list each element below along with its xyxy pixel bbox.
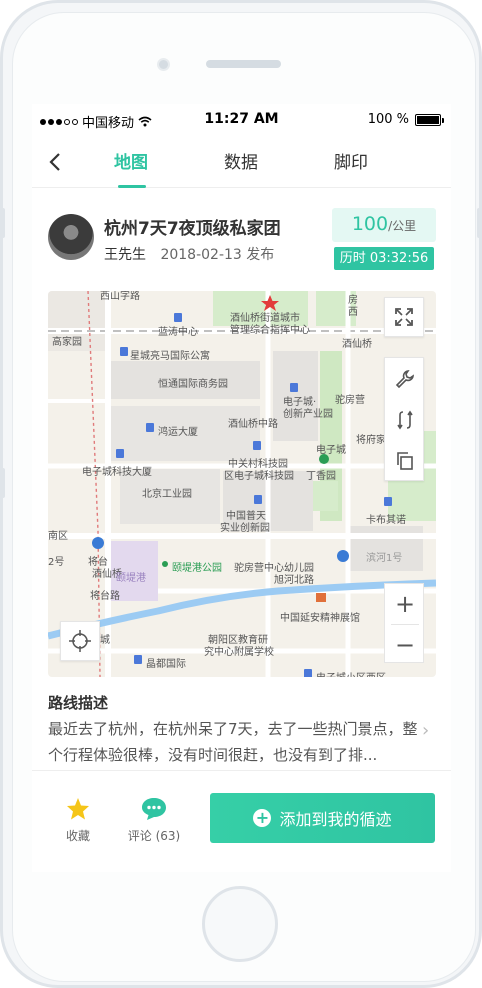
map-poi	[304, 669, 312, 677]
route-swap-icon	[397, 410, 413, 429]
battery-info: 100 %	[367, 112, 444, 127]
app-screen: 中国移动 11:27 AM 100 % 地图 数据 脚印 杭州7天7夜顶级私家团…	[32, 104, 451, 872]
map-poi	[116, 449, 124, 458]
description-title: 路线描述	[48, 694, 109, 712]
route-swap-button[interactable]	[385, 399, 425, 440]
fullscreen-button[interactable]	[384, 297, 424, 337]
map-label: 区电子城科技园	[224, 471, 294, 482]
battery-icon	[415, 113, 444, 126]
earpiece-speaker	[206, 60, 281, 68]
map-label: 城	[100, 635, 110, 646]
tab-footprint[interactable]: 脚印	[334, 148, 368, 173]
map-label: 颐堤港公园	[172, 563, 222, 574]
favorite-button[interactable]: 收藏	[48, 797, 108, 844]
map-label: 酒仙桥	[342, 339, 372, 350]
map-background	[48, 291, 436, 677]
copy-button[interactable]	[385, 440, 425, 481]
route-header: 杭州7天7夜顶级私家团 王先生 2018-02-13 发布 100/公里 历时 …	[32, 188, 451, 288]
description-text[interactable]: 最近去了杭州，在杭州呆了7天，去了一些热门景点，整个行程体验很棒，没有时间很赶，…	[48, 716, 420, 768]
star-icon	[67, 798, 89, 820]
plus-icon: +	[253, 809, 272, 827]
bottom-action-bar: 收藏 评论 (63) + 添加到我的循迹	[32, 770, 451, 850]
map-label: 究中心附属学校	[204, 647, 274, 658]
map-poi	[146, 423, 154, 432]
copy-icon	[397, 451, 413, 470]
map-label: 南区	[48, 531, 68, 542]
map-poi	[134, 655, 142, 664]
map-label: 将台路	[90, 591, 120, 602]
map-label: 西	[348, 307, 358, 318]
route-map[interactable]: 西山字路 蓝涛中心 酒仙桥街道城市 管理综合指挥中心 房 西 高家园 酒仙桥 星…	[48, 291, 436, 677]
map-label: 颐堤港	[116, 573, 146, 584]
side-button	[477, 208, 482, 238]
map-label: 中国延安精神展馆	[280, 613, 360, 624]
favorite-label: 收藏	[65, 829, 90, 843]
tab-map[interactable]: 地图	[114, 148, 148, 173]
back-arrow-icon[interactable]	[42, 148, 70, 176]
map-label: 实业创新园	[220, 523, 270, 534]
distance-unit: /公里	[388, 219, 417, 233]
route-title: 杭州7天7夜顶级私家团	[104, 219, 281, 239]
chevron-right-icon[interactable]: ›	[422, 720, 429, 741]
map-poi	[174, 313, 182, 322]
map-poi	[120, 347, 128, 356]
map-label: 恒通国际商务园	[158, 379, 228, 390]
side-button	[0, 208, 5, 238]
route-published-date: 2018-02-13 发布	[160, 247, 275, 263]
zoom-controls: + −	[384, 583, 424, 663]
home-button[interactable]	[202, 886, 278, 962]
side-button	[0, 468, 5, 498]
map-label: 北京工业园	[142, 489, 192, 500]
map-poi	[254, 495, 262, 504]
locate-button[interactable]	[60, 621, 100, 661]
distance-value: 100	[351, 213, 389, 235]
map-label: 鸿运大厦	[158, 427, 198, 438]
battery-percent: 100 %	[367, 112, 409, 127]
status-bar: 中国移动 11:27 AM 100 %	[32, 104, 451, 138]
fullscreen-icon	[395, 308, 413, 326]
add-button-label: 添加到我的循迹	[279, 810, 392, 829]
map-label: 蓝涛中心	[158, 327, 198, 338]
avatar[interactable]	[48, 214, 94, 260]
map-label: 旭河北路	[274, 575, 314, 586]
map-label: 滨河1号	[366, 553, 403, 564]
map-label: 电子城小区西区	[316, 669, 386, 677]
map-poi	[384, 497, 392, 506]
settings-tool-button[interactable]	[385, 358, 425, 399]
map-label: 高家园	[52, 337, 82, 348]
map-label: 星城亮马国际公寓	[130, 351, 210, 362]
comment-button[interactable]: 评论 (63)	[124, 797, 184, 844]
front-camera	[157, 58, 170, 71]
map-tool-group	[384, 357, 424, 481]
map-label: 西山字路	[100, 291, 140, 302]
distance-badge: 100/公里	[332, 208, 436, 242]
nav-bar: 地图 数据 脚印	[32, 138, 451, 188]
map-label: 创新产业园	[283, 409, 333, 420]
map-label: 2号	[48, 557, 65, 568]
zoom-out-icon[interactable]: −	[385, 625, 425, 665]
wrench-icon	[395, 369, 414, 388]
map-label: 丁香园	[306, 471, 336, 482]
map-label: 电子城	[316, 445, 346, 456]
map-label: 驼房营	[335, 395, 365, 406]
map-label: 酒仙桥中路	[228, 419, 278, 430]
tab-data[interactable]: 数据	[224, 148, 258, 173]
map-label: 电子城科技大厦	[82, 467, 152, 478]
map-label: 管理综合指挥中心	[230, 325, 310, 336]
add-to-my-tracks-button[interactable]: + 添加到我的循迹	[210, 793, 435, 843]
locate-icon	[69, 630, 91, 652]
comment-label: 评论 (63)	[127, 829, 181, 843]
map-poi	[253, 441, 261, 450]
map-label: 晶都国际	[146, 659, 186, 670]
map-label: 卡布其诺	[366, 515, 406, 526]
map-poi	[290, 383, 298, 392]
comment-icon	[142, 798, 166, 820]
route-meta: 王先生 2018-02-13 发布	[104, 244, 274, 264]
zoom-in-icon[interactable]: +	[385, 584, 425, 624]
duration-badge: 历时 03:32:56	[334, 247, 434, 270]
route-author: 王先生	[104, 247, 146, 263]
